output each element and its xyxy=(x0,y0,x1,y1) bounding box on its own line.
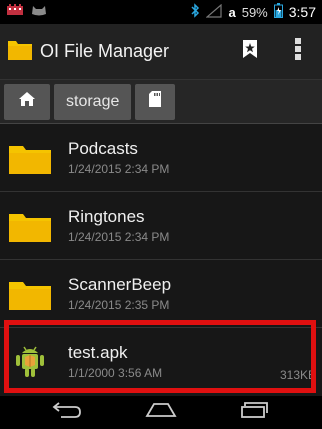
bookmark-icon xyxy=(242,39,258,64)
back-button[interactable] xyxy=(45,399,89,427)
notification-icon xyxy=(6,3,24,22)
file-name: ScannerBeep xyxy=(68,274,172,294)
home-nav-icon xyxy=(145,402,177,423)
file-date: 1/24/2015 2:34 PM xyxy=(68,161,170,176)
breadcrumb-home[interactable] xyxy=(4,83,50,120)
breadcrumb-storage-label: storage xyxy=(66,92,120,110)
overflow-menu-button[interactable] xyxy=(274,24,322,80)
file-date: 1/24/2015 2:35 PM xyxy=(68,297,170,312)
status-bar: a 59% 3:57 xyxy=(0,0,322,24)
breadcrumb: storage xyxy=(0,80,322,124)
file-date: 1/24/2015 2:34 PM xyxy=(68,229,170,244)
home-icon xyxy=(18,91,36,112)
signal-icon xyxy=(205,3,223,21)
navigation-bar xyxy=(0,396,322,429)
file-name: Ringtones xyxy=(68,206,145,226)
battery-percent: 59% xyxy=(241,4,268,20)
list-item[interactable]: Podcasts 1/24/2015 2:34 PM xyxy=(0,124,322,192)
bluetooth-icon xyxy=(190,3,200,21)
folder-icon xyxy=(0,260,60,328)
recents-icon xyxy=(240,401,270,424)
overflow-menu-icon xyxy=(295,38,301,65)
list-item[interactable]: ScannerBeep 1/24/2015 2:35 PM xyxy=(0,260,322,328)
app-title: OI File Manager xyxy=(40,41,170,61)
back-icon xyxy=(51,401,83,424)
clock: 3:57 xyxy=(288,4,316,20)
recents-button[interactable] xyxy=(233,399,277,427)
folder-icon xyxy=(0,124,60,192)
sdcard-icon xyxy=(148,90,162,113)
file-name: Podcasts xyxy=(68,138,138,158)
app-folder-icon xyxy=(8,38,32,65)
cat-icon xyxy=(30,3,48,22)
folder-icon xyxy=(0,192,60,260)
breadcrumb-sdcard[interactable] xyxy=(135,83,176,120)
list-item[interactable]: Ringtones 1/24/2015 2:34 PM xyxy=(0,192,322,260)
breadcrumb-storage[interactable]: storage xyxy=(54,83,132,120)
home-nav-button[interactable] xyxy=(139,399,183,427)
bookmarks-button[interactable] xyxy=(226,24,274,80)
carrier-letter: a xyxy=(228,4,236,20)
battery-icon xyxy=(273,3,283,21)
action-bar: OI File Manager xyxy=(0,24,322,80)
selection-highlight xyxy=(4,320,316,393)
